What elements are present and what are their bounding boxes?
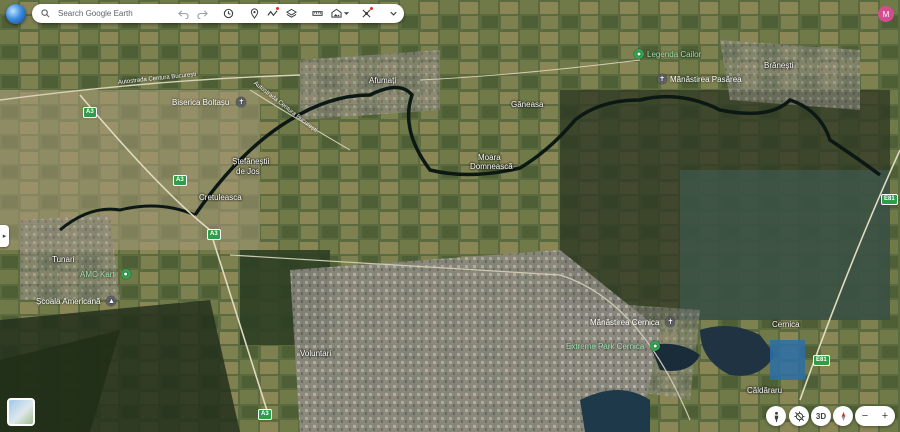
park-icon: ● <box>120 269 131 279</box>
photos-button[interactable] <box>329 6 343 20</box>
school-icon: ▲ <box>106 296 117 306</box>
toolbar-collapse-button[interactable] <box>386 6 400 20</box>
road-shield-a3: A3 <box>207 229 221 240</box>
place-voluntari: Voluntari <box>300 349 332 358</box>
placemark-icon <box>250 7 258 19</box>
path-button[interactable] <box>265 6 279 20</box>
chevron-down-icon <box>389 11 397 16</box>
place-tunari: Tunari <box>52 255 75 264</box>
place-afumati: Afumați <box>369 76 397 85</box>
poi-legenda-cailor[interactable]: ● Legenda Cailor <box>634 49 701 59</box>
zoom-out-button[interactable]: − <box>862 410 868 422</box>
place-stefanesti-line2: de Jos <box>236 167 260 176</box>
undo-icon <box>177 9 189 19</box>
place-cernica: Cernica <box>772 320 800 329</box>
redo-button[interactable] <box>195 6 209 20</box>
search-input[interactable] <box>56 8 170 19</box>
place-moara-line2: Domnească <box>470 162 513 171</box>
search-icon <box>41 9 50 18</box>
poi-biserica-boltasu[interactable]: ✝ Biserica Boltașu <box>172 97 247 107</box>
place-caldararu: Căldăraru <box>747 386 783 395</box>
location-off-icon <box>793 410 805 422</box>
placemark-button[interactable] <box>247 6 261 20</box>
measure-button[interactable] <box>310 6 324 20</box>
map-style-thumbnail[interactable] <box>7 398 35 426</box>
park-icon: ● <box>650 341 661 351</box>
search-toolbar <box>32 4 404 23</box>
toggle-3d-button[interactable]: 3D <box>811 406 831 426</box>
photos-dropdown[interactable] <box>342 6 350 20</box>
place-ganeasa: Găneasa <box>511 100 544 109</box>
zoom-controls: − + <box>855 406 895 426</box>
side-panel-toggle[interactable]: ▸ <box>0 225 9 247</box>
notification-dot <box>276 7 279 10</box>
church-icon: ✝ <box>657 74 667 84</box>
pegman-icon <box>774 411 778 422</box>
share-button[interactable] <box>359 6 373 20</box>
caret-down-icon <box>343 11 349 15</box>
poi-scoala-americana[interactable]: ▲ Școala Americană <box>36 296 117 306</box>
road-shield-a3: A3 <box>173 175 187 186</box>
history-button[interactable] <box>221 6 235 20</box>
poi-label: Școala Americană <box>36 296 101 306</box>
church-icon: ✝ <box>236 97 247 107</box>
compass-icon <box>841 411 845 421</box>
place-branesti: Brănești <box>764 61 794 70</box>
poi-manastirea-pasarea[interactable]: ✝ Mănăstirea Pasărea <box>657 74 742 84</box>
compass-button[interactable] <box>833 406 853 426</box>
redo-icon <box>196 9 208 19</box>
poi-label: Biserica Boltașu <box>172 97 230 107</box>
layers-icon <box>285 8 297 18</box>
poi-label: Legenda Cailor <box>647 49 702 59</box>
pegman-button[interactable] <box>766 406 786 426</box>
poi-label: Mănăstirea Pasărea <box>670 74 742 84</box>
park-icon: ● <box>634 49 644 59</box>
undo-button[interactable] <box>176 6 190 20</box>
ruler-icon <box>311 10 323 16</box>
road-shield-a3: A3 <box>258 409 272 420</box>
poi-manastirea-cernica[interactable]: ✝ Mănăstirea Cernica <box>590 317 676 327</box>
history-icon <box>223 8 233 18</box>
notification-dot <box>370 7 373 10</box>
earth-menu-button[interactable] <box>6 4 26 24</box>
road-shield-e81: E81 <box>881 194 898 205</box>
poi-extreme-park[interactable]: ● Extreme Park Cernica <box>566 341 661 351</box>
road-shield-e81: E81 <box>813 355 830 366</box>
zoom-in-button[interactable]: + <box>882 410 888 422</box>
photo-icon <box>330 8 342 18</box>
location-button[interactable] <box>789 406 809 426</box>
poi-label: Mănăstirea Cernica <box>590 317 660 327</box>
avatar[interactable]: M <box>878 6 894 22</box>
road-shield-a3: A3 <box>83 107 97 118</box>
poi-label: Extreme Park Cernica <box>566 341 645 351</box>
poi-label: AMC Kart <box>80 269 115 279</box>
poi-amc-kart[interactable]: ● AMC Kart <box>80 269 131 279</box>
layers-button[interactable] <box>284 6 298 20</box>
church-icon: ✝ <box>665 317 676 327</box>
place-cretuleasca: Cretuleasca <box>199 193 242 202</box>
place-stefanesti-line1: Ștefăneștii <box>232 157 270 166</box>
place-moara-line1: Moara <box>478 153 501 162</box>
